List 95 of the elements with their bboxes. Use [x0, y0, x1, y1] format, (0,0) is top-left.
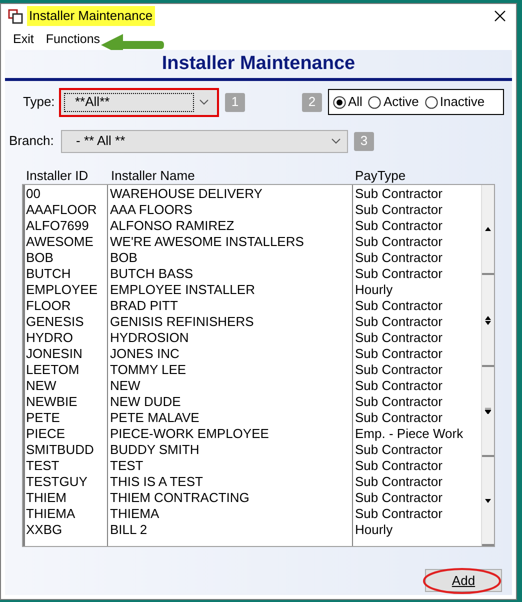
table-cell-text: Sub Contractor	[354, 298, 444, 314]
table-cell-text: PIECE	[25, 426, 66, 442]
table-cell-text: Emp. - Piece Work	[354, 426, 464, 442]
table-cell-text: JONESIN	[25, 346, 84, 362]
table-cell-text: Sub Contractor	[354, 458, 444, 474]
table-cell-text: THIEMA	[109, 506, 160, 522]
type-dropdown[interactable]: **All**	[59, 88, 219, 116]
table-cell-text: EMPLOYEE INSTALLER	[109, 282, 256, 298]
table-cell-text: THIEM	[25, 490, 68, 506]
table-cell-text: Sub Contractor	[354, 394, 444, 410]
table-cell-text: Sub Contractor	[354, 202, 444, 218]
table-cell-text: LEETOM	[25, 362, 80, 378]
table-cell-text: PETE MALAVE	[109, 410, 200, 426]
table-cell-text: EMPLOYEE	[25, 282, 99, 298]
column-header[interactable]: PayType	[355, 168, 475, 184]
table-cell-text: Hourly	[354, 282, 394, 298]
number-badge: 2	[302, 92, 322, 112]
table-cell-text: BUTCH BASS	[109, 266, 194, 282]
table-cell-text: THIS IS A TEST	[109, 474, 204, 490]
column-header[interactable]: Installer Name	[111, 168, 355, 184]
table-cell-text: BUTCH	[25, 266, 72, 282]
table-cell-text: TEST	[109, 458, 144, 474]
table-cell-text: HYDRO	[25, 330, 74, 346]
table-cell-text: Hourly	[354, 522, 394, 538]
table-cell-text: BRAD PITT	[109, 298, 179, 314]
table-cell-text: Sub Contractor	[354, 186, 444, 202]
table-cell-text: Sub Contractor	[354, 442, 444, 458]
table-cell-text: WAREHOUSE DELIVERY	[109, 186, 264, 202]
table-cell-text: Sub Contractor	[354, 474, 444, 490]
window-title: Installer Maintenance	[27, 6, 155, 26]
radio-button[interactable]	[368, 96, 382, 108]
table-cell-text: JONES INC	[109, 346, 180, 362]
table-cell-text: BOB	[25, 250, 54, 266]
table-cell-text: Sub Contractor	[354, 266, 444, 282]
form-heading: Installer Maintenance	[5, 50, 512, 81]
table-cell-text: THIEMA	[25, 506, 76, 522]
chevron-icon	[331, 138, 341, 144]
close-icon[interactable]	[494, 10, 506, 22]
table-cell-text: Sub Contractor	[354, 346, 444, 362]
table-cell-text: AWESOME	[25, 234, 94, 250]
radio-button[interactable]	[424, 96, 438, 108]
table-cell-text: PIECE-WORK EMPLOYEE	[109, 426, 270, 442]
down-arrow-icon	[485, 498, 491, 502]
number-badge: 1	[225, 92, 245, 112]
field-label: Type:	[23, 93, 56, 112]
table-cell-text: GENISIS REFINISHERS	[109, 314, 255, 330]
table-cell-text: ALFONSO RAMIREZ	[109, 218, 236, 234]
table-cell-text: Sub Contractor	[354, 378, 444, 394]
branch-dropdown[interactable]: - ** All **	[61, 130, 348, 152]
up-down-arrow-icon	[485, 316, 491, 324]
table-cell-text: Sub Contractor	[354, 234, 444, 250]
scrollbar[interactable]	[481, 185, 494, 546]
table-cell-text: Sub Contractor	[354, 362, 444, 378]
table-cell-text: BILL 2	[109, 522, 148, 538]
table-cell-text: Sub Contractor	[354, 490, 444, 506]
table-cell-text: BUDDY SMITH	[109, 442, 200, 458]
table-cell-text: GENESIS	[25, 314, 85, 330]
table-cell-text: PETE	[25, 410, 61, 426]
number-badge: 3	[354, 132, 374, 150]
table-cell-text: BOB	[109, 250, 138, 266]
radio-option[interactable]: Active	[368, 92, 419, 112]
table-cell-text: Sub Contractor	[354, 410, 444, 426]
up-arrow-icon	[485, 227, 491, 231]
table-cell-text: TOMMY LEE	[109, 362, 188, 378]
menu-item[interactable]: Functions	[46, 30, 100, 48]
table-cell-text: NEW	[25, 378, 58, 394]
radio-button[interactable]	[333, 96, 346, 108]
table-cell-text: 00	[25, 186, 42, 202]
table-cell-text: Sub Contractor	[354, 506, 444, 522]
table-cell-text: XXBG	[25, 522, 64, 538]
table-cell-text: AAA FLOORS	[109, 202, 194, 218]
table-cell-text: WE'RE AWESOME INSTALLERS	[109, 234, 305, 250]
table-cell-text: FLOOR	[25, 298, 72, 314]
table-cell-text: ALFO7699	[25, 218, 90, 234]
table-cell-text: NEW	[109, 378, 142, 394]
table-cell-text: Sub Contractor	[354, 250, 444, 266]
table-cell-text: TESTGUY	[25, 474, 88, 490]
app-icon	[8, 8, 23, 24]
table-cell-text: Sub Contractor	[354, 218, 444, 234]
column-header[interactable]: Installer ID	[26, 168, 111, 184]
table-cell-text: Sub Contractor	[354, 314, 444, 330]
table-cell-text: NEWBIE	[25, 394, 78, 410]
table-cell-text: Sub Contractor	[354, 330, 444, 346]
menu-item[interactable]: Exit	[13, 30, 34, 48]
table-cell-text: THIEM CONTRACTING	[109, 490, 250, 506]
table-cell-text: NEW DUDE	[109, 394, 182, 410]
table-cell-text: SMITBUDD	[25, 442, 95, 458]
radio-option[interactable]: Inactive	[424, 92, 485, 112]
table-cell-text: AAAFLOOR	[25, 202, 98, 218]
down-arrow-icon	[485, 408, 491, 414]
field-label: Branch:	[9, 132, 55, 150]
table-cell-text: HYDROSION	[109, 330, 190, 346]
table-cell-text: TEST	[25, 458, 60, 474]
radio-option[interactable]: All	[333, 92, 362, 112]
chevron-icon	[199, 99, 209, 105]
